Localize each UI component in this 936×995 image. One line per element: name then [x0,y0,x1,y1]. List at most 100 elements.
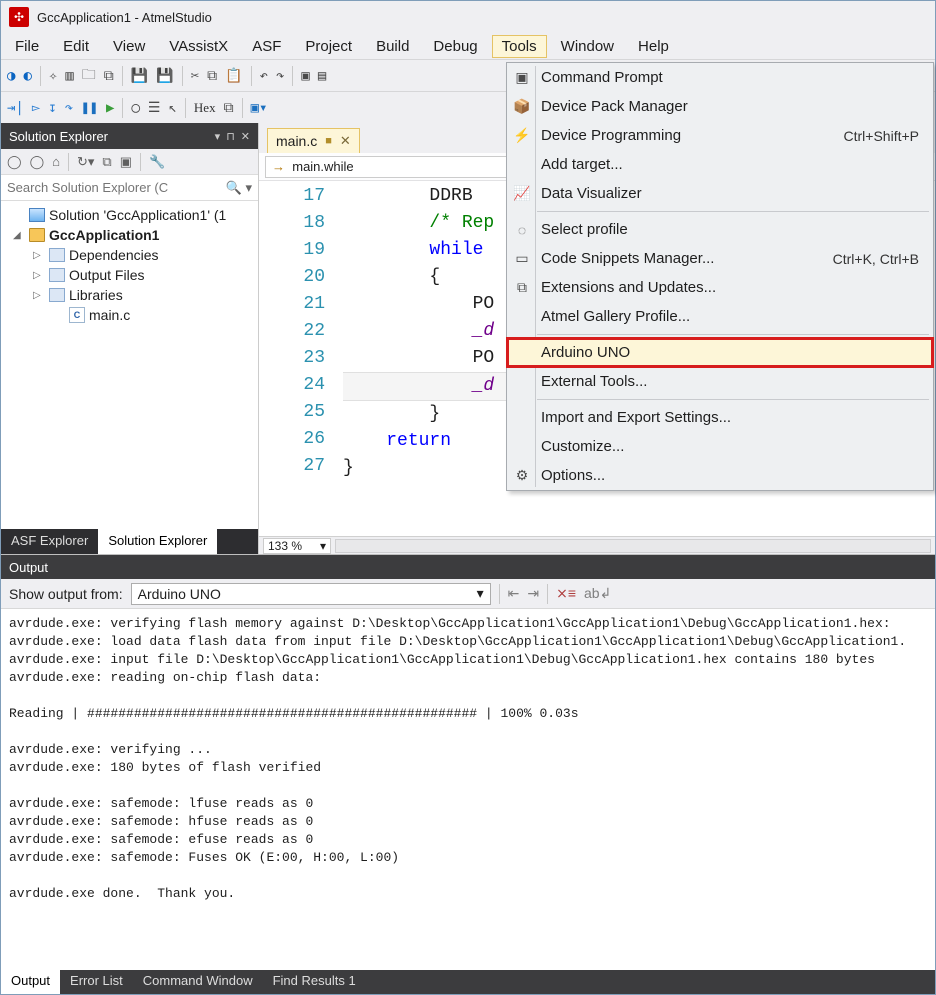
close-icon[interactable]: ✕ [340,133,351,149]
new-file-icon[interactable]: ▥ [65,68,73,84]
properties-icon[interactable]: 🔧 [149,154,165,170]
nav-fwd-icon[interactable]: ◐ [23,68,31,84]
toggle-wrap-icon[interactable]: ab↲ [584,585,611,602]
find-message-icon[interactable]: ⇤ [508,585,520,602]
project-node[interactable]: ◢ GccApplication1 [5,225,254,245]
show-all-icon[interactable]: ▣ [120,154,132,170]
file-node[interactable]: C main.c [5,305,254,325]
step-into-icon[interactable]: ↧ [48,100,56,116]
side-tab[interactable]: ASF Explorer [1,529,98,554]
menu-vassistx[interactable]: VAssistX [159,35,238,58]
tree-node-label: Dependencies [69,247,159,263]
menu-item-label: Customize... [537,438,919,455]
disassembly-icon[interactable]: ⧉ [224,100,234,116]
panel-pin-icon[interactable]: ⊓ [226,130,235,143]
tree-node[interactable]: ▷ Dependencies [5,245,254,265]
menu-tools[interactable]: Tools [492,35,547,58]
save-icon[interactable]: 💾 [131,68,148,84]
menu-file[interactable]: File [5,35,49,58]
panel-dropdown-icon[interactable]: ▾ [215,130,221,143]
open-icon[interactable]: 🗀 [82,64,96,88]
continue-icon[interactable]: ▻ [32,100,40,116]
output-tab[interactable]: Error List [60,970,133,994]
expand-icon[interactable]: ◢ [13,230,25,241]
new-project-icon[interactable]: ✧ [49,68,57,84]
menu-window[interactable]: Window [551,35,624,58]
menu-item-external-tools[interactable]: External Tools... [507,367,933,396]
run-to-cursor-icon[interactable]: ⇥| [7,100,24,116]
menu-build[interactable]: Build [366,35,419,58]
breakpoint-toggle-icon[interactable]: ◯ [131,100,139,116]
step-over-icon[interactable]: ↷ [65,100,73,116]
forward-icon[interactable]: ◯ [30,154,45,170]
home-icon[interactable]: ⌂ [52,154,60,169]
solution-search-input[interactable] [1,175,220,200]
menu-item-atmel-gallery-profile[interactable]: Atmel Gallery Profile... [507,302,933,331]
start-debug-icon[interactable]: ▶ [106,100,114,116]
solution-tree[interactable]: Solution 'GccApplication1' (1 ◢ GccAppli… [1,201,258,529]
redo-icon[interactable]: ↷ [276,68,284,84]
tree-node[interactable]: ▷ Output Files [5,265,254,285]
menu-item-command-prompt[interactable]: ▣Command Prompt [507,63,933,92]
nav-back-icon[interactable]: ◑ [7,68,15,84]
collapse-icon[interactable]: ⧉ [102,154,111,170]
output-text[interactable]: avrdude.exe: verifying flash memory agai… [1,609,935,970]
document-tab[interactable]: main.c ■ ✕ [267,128,360,153]
menu-item-options[interactable]: ⚙Options... [507,461,933,490]
h-scrollbar[interactable] [335,539,931,553]
output-tab[interactable]: Output [1,970,60,994]
paste-icon[interactable]: 📋 [225,68,242,84]
clear-all-icon[interactable]: ⨯≡ [556,585,576,602]
menu-item-arduino-uno[interactable]: Arduino UNO [507,338,933,367]
side-tab[interactable]: Solution Explorer [98,529,217,554]
output-tab[interactable]: Find Results 1 [263,970,366,994]
menu-item-device-pack-manager[interactable]: 📦Device Pack Manager [507,92,933,121]
pause-icon[interactable]: ❚❚ [81,100,98,116]
menu-help[interactable]: Help [628,35,679,58]
pin-icon[interactable]: ■ [325,135,332,147]
build-sln-icon[interactable]: ▤ [318,68,326,84]
output-source-combo[interactable]: Arduino UNO ▾ [131,583,491,605]
expand-icon[interactable]: ▷ [33,250,45,261]
chevron-down-icon: ▾ [477,585,484,602]
expand-icon[interactable]: ▷ [33,270,45,281]
menu-item-customize[interactable]: Customize... [507,432,933,461]
menu-edit[interactable]: Edit [53,35,99,58]
copy-icon[interactable]: ⧉ [207,68,217,84]
menu-item-extensions-and-updates[interactable]: ⧉Extensions and Updates... [507,273,933,302]
zoom-combo[interactable]: 133 %▾ [263,538,331,554]
breakpoint-list-icon[interactable]: ☰ [148,100,161,116]
solution-root[interactable]: Solution 'GccApplication1' (1 [5,205,254,225]
panel-close-icon[interactable]: ✕ [241,130,250,143]
solution-icon [29,208,45,222]
menu-item-add-target[interactable]: Add target... [507,150,933,179]
menu-debug[interactable]: Debug [423,35,487,58]
sync-icon[interactable]: ↻▾ [77,154,94,170]
undo-icon[interactable]: ↶ [260,68,268,84]
menu-asf[interactable]: ASF [242,35,291,58]
menu-item-import-and-export-settings[interactable]: Import and Export Settings... [507,403,933,432]
menu-item-label: Select profile [537,221,919,238]
back-icon[interactable]: ◯ [7,154,22,170]
output-tab[interactable]: Command Window [133,970,263,994]
debug-target-icon[interactable]: ▣▾ [251,100,268,116]
menu-project[interactable]: Project [295,35,362,58]
cut-icon[interactable]: ✂ [191,68,199,84]
menu-item-code-snippets-manager[interactable]: ▭Code Snippets Manager...Ctrl+K, Ctrl+B [507,244,933,273]
cursor-icon[interactable]: ↖ [168,100,176,116]
menu-view[interactable]: View [103,35,155,58]
tree-node-label: Output Files [69,267,144,283]
menu-item-device-programming[interactable]: ⚡Device ProgrammingCtrl+Shift+P [507,121,933,150]
menu-item-data-visualizer[interactable]: 📈Data Visualizer [507,179,933,208]
menu-item-select-profile[interactable]: ◌Select profile [507,215,933,244]
tree-node[interactable]: ▷Libraries [5,285,254,305]
goto-prev-icon[interactable]: ⇥ [527,585,539,602]
hex-toggle[interactable]: Hex [194,100,216,116]
build-icon[interactable]: ▣ [301,68,309,84]
save-all-icon[interactable]: 💾 [156,68,173,84]
search-icon[interactable]: 🔍 ▾ [220,180,258,196]
menu-item-label: Atmel Gallery Profile... [537,308,919,325]
expand-icon[interactable]: ▷ [33,290,45,301]
window-title: GccApplication1 - AtmelStudio [37,10,212,25]
add-item-icon[interactable]: ⧉ [104,68,114,84]
